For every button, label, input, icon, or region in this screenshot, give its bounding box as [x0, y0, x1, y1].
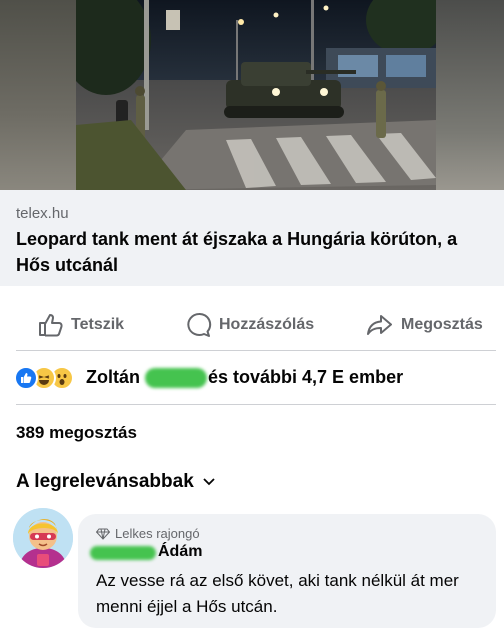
link-headline[interactable]: Leopard tank ment át éjszaka a Hungária … [16, 226, 496, 278]
link-domain: telex.hu [16, 205, 69, 222]
comment-label: Hozzászólás [219, 316, 315, 333]
like-label: Tetszik [71, 316, 125, 333]
link-preview-image[interactable] [0, 0, 504, 190]
share-count[interactable]: 389 megosztás [16, 423, 137, 443]
thumbs-up-icon [39, 314, 63, 337]
comment-sort-dropdown[interactable]: A legrelevánsabbak [16, 471, 216, 493]
reaction-others[interactable]: és további 4,7 E ember [208, 367, 403, 388]
comment-author[interactable]: Ádám [158, 543, 202, 561]
divider-mid [16, 404, 496, 405]
superhero-avatar-icon [13, 508, 73, 568]
censored-surname [145, 368, 207, 388]
comment-text: Az vesse rá az első követ, aki tank nélk… [96, 571, 459, 616]
censored-commenter-surname [90, 546, 156, 560]
share-label: Megosztás [401, 316, 483, 333]
comment-bubble-icon [187, 312, 212, 337]
chevron-down-icon [203, 478, 215, 486]
like-reaction-icon [14, 366, 38, 390]
sort-label: A legrelevánsabbak [16, 471, 194, 492]
image-blur-left [0, 0, 76, 190]
reaction-first-name[interactable]: Zoltán [86, 367, 140, 388]
tank-photo [76, 0, 436, 190]
fan-badge: Lelkes rajongó [96, 526, 200, 541]
comment-button[interactable]: Hozzászólás [186, 312, 314, 338]
post-actions: Tetszik Hozzászólás Megosztás [0, 300, 504, 348]
image-blur-right [436, 0, 504, 190]
divider-top [16, 350, 496, 351]
reaction-icons[interactable] [14, 364, 74, 392]
like-button[interactable]: Tetszik [38, 312, 124, 338]
share-button[interactable]: Megosztás [366, 312, 483, 338]
fan-badge-label: Lelkes rajongó [115, 526, 200, 541]
avatar[interactable] [13, 508, 73, 568]
share-arrow-icon [367, 315, 392, 335]
diamond-icon [96, 528, 110, 540]
